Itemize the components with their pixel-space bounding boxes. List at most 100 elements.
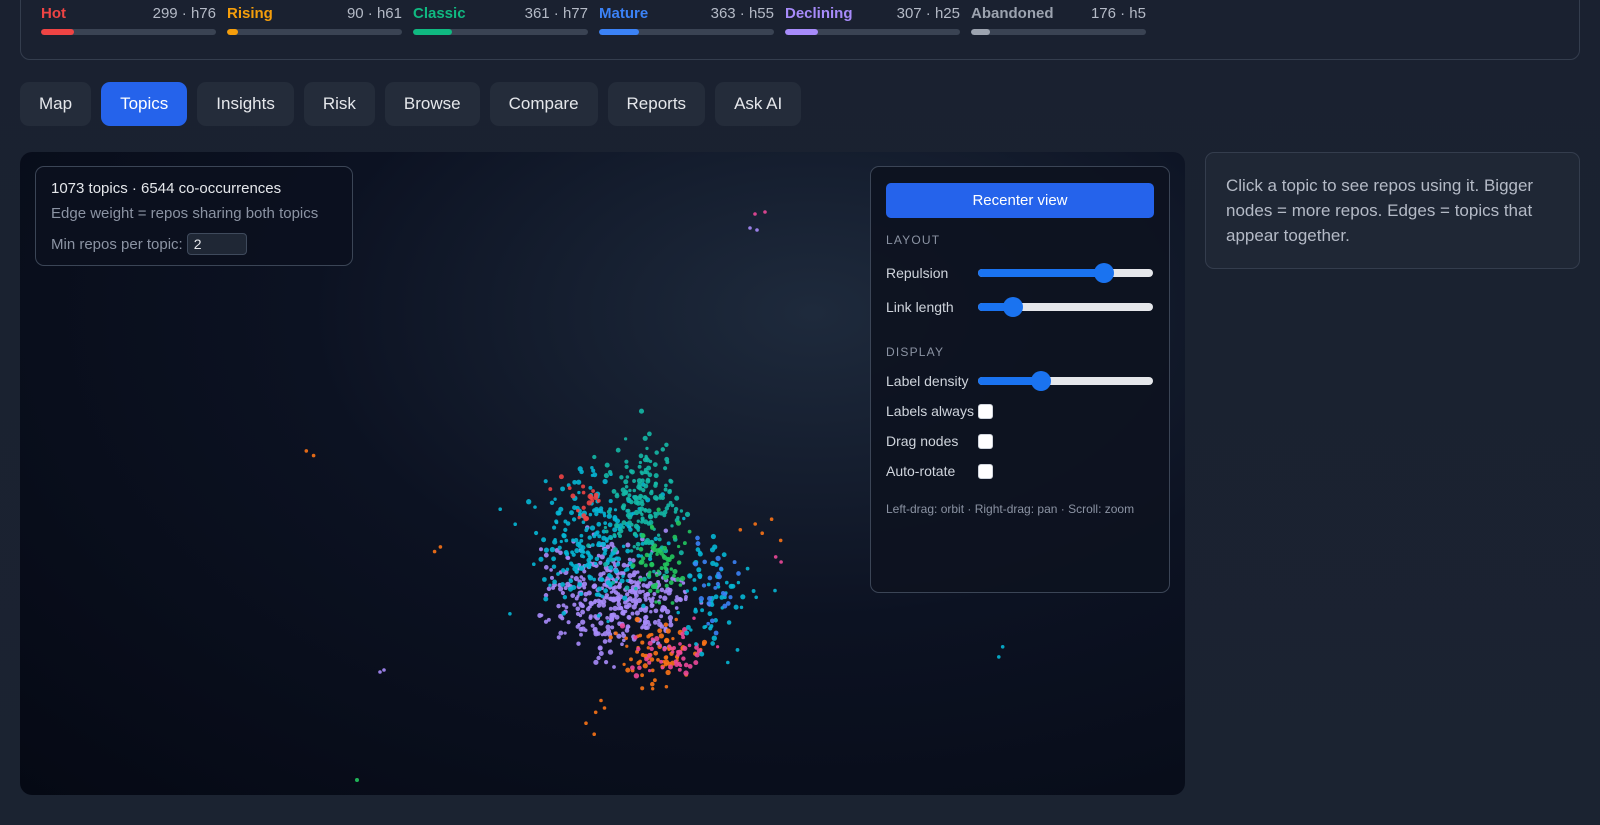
topic-node[interactable]: [760, 531, 764, 535]
topic-node[interactable]: [675, 520, 682, 526]
topic-node[interactable]: [665, 460, 670, 465]
topic-node[interactable]: [584, 516, 590, 521]
topic-node[interactable]: [753, 522, 757, 526]
topic-node[interactable]: [592, 454, 597, 460]
topic-node[interactable]: [609, 541, 615, 547]
topic-node[interactable]: [676, 515, 680, 520]
topic-node[interactable]: [551, 564, 557, 569]
topic-node[interactable]: [639, 559, 645, 565]
tab-insights[interactable]: Insights: [197, 82, 294, 126]
topic-node[interactable]: [627, 520, 632, 526]
topic-node[interactable]: [664, 506, 670, 511]
topic-node[interactable]: [608, 565, 614, 571]
topic-node[interactable]: [684, 595, 688, 599]
topic-node[interactable]: [607, 649, 614, 655]
topic-node[interactable]: [587, 565, 592, 569]
topic-node[interactable]: [563, 631, 567, 635]
topic-node[interactable]: [640, 478, 645, 483]
topic-node[interactable]: [649, 561, 655, 567]
topic-node[interactable]: [592, 583, 598, 589]
topic-node[interactable]: [632, 545, 636, 549]
topic-node[interactable]: [732, 560, 737, 565]
topic-node[interactable]: [601, 535, 607, 541]
topic-node[interactable]: [673, 510, 678, 514]
topic-node[interactable]: [591, 489, 595, 493]
topic-node[interactable]: [576, 508, 580, 513]
topic-node[interactable]: [665, 669, 671, 676]
topic-node[interactable]: [584, 528, 589, 533]
topic-node[interactable]: [513, 522, 517, 526]
topic-node[interactable]: [684, 630, 690, 636]
topic-node[interactable]: [635, 541, 641, 547]
topic-node[interactable]: [668, 580, 674, 585]
topic-node[interactable]: [563, 550, 569, 555]
topic-node[interactable]: [576, 641, 581, 646]
topic-node[interactable]: [678, 550, 684, 556]
topic-node[interactable]: [541, 537, 547, 543]
topic-node[interactable]: [601, 599, 607, 605]
topic-node[interactable]: [662, 513, 667, 518]
topic-node[interactable]: [596, 542, 601, 548]
topic-node[interactable]: [773, 555, 778, 559]
topic-node[interactable]: [615, 447, 621, 453]
topic-node[interactable]: [710, 641, 716, 646]
topic-node[interactable]: [649, 609, 653, 614]
topic-node[interactable]: [592, 732, 596, 736]
topic-node[interactable]: [653, 608, 659, 614]
topic-node[interactable]: [694, 642, 698, 646]
topic-node[interactable]: [607, 573, 612, 578]
topic-node[interactable]: [355, 778, 359, 782]
topic-node[interactable]: [713, 630, 719, 636]
topic-node[interactable]: [629, 469, 633, 474]
topic-node[interactable]: [589, 525, 596, 531]
topic-node[interactable]: [598, 620, 604, 626]
topic-node[interactable]: [596, 586, 602, 592]
topic-node[interactable]: [570, 593, 576, 598]
topic-node[interactable]: [628, 488, 632, 493]
topic-node[interactable]: [659, 659, 664, 664]
topic-node[interactable]: [769, 517, 774, 521]
topic-node[interactable]: [684, 511, 691, 518]
topic-node[interactable]: [656, 507, 661, 512]
topic-node[interactable]: [693, 660, 699, 666]
topic-node[interactable]: [709, 618, 715, 624]
topic-node[interactable]: [588, 485, 593, 490]
topic-node[interactable]: [653, 584, 658, 590]
topic-node[interactable]: [548, 583, 552, 587]
tab-map[interactable]: Map: [20, 82, 92, 126]
topic-node[interactable]: [655, 589, 660, 594]
topic-node[interactable]: [681, 635, 686, 640]
topic-node[interactable]: [558, 586, 564, 592]
topic-node[interactable]: [664, 483, 668, 488]
topic-node[interactable]: [603, 521, 608, 525]
topic-node[interactable]: [588, 605, 592, 609]
topic-node[interactable]: [652, 592, 657, 596]
topic-node[interactable]: [626, 508, 631, 514]
topic-node[interactable]: [579, 575, 584, 579]
topic-node[interactable]: [664, 608, 671, 615]
topic-node[interactable]: [699, 651, 705, 657]
topic-node[interactable]: [642, 435, 648, 441]
topic-node[interactable]: [590, 623, 595, 628]
topic-node[interactable]: [778, 538, 783, 543]
stage-hot[interactable]: Hot 299 · h76: [41, 5, 216, 45]
topic-node[interactable]: [543, 596, 549, 602]
topic-node[interactable]: [619, 578, 625, 584]
topic-node[interactable]: [663, 466, 668, 471]
topic-node[interactable]: [596, 613, 601, 618]
topic-node[interactable]: [745, 566, 750, 571]
topic-node[interactable]: [677, 667, 682, 672]
topic-node[interactable]: [707, 575, 713, 581]
topic-node[interactable]: [632, 531, 638, 537]
topic-node[interactable]: [647, 633, 652, 637]
topic-node[interactable]: [561, 533, 566, 538]
topic-node[interactable]: [646, 652, 653, 659]
topic-node[interactable]: [627, 557, 632, 562]
labels-always-checkbox[interactable]: [978, 403, 993, 419]
topic-node[interactable]: [614, 577, 619, 582]
topic-node[interactable]: [628, 527, 633, 532]
tab-risk[interactable]: Risk: [303, 82, 375, 126]
topic-node[interactable]: [657, 601, 662, 605]
topic-node[interactable]: [638, 460, 643, 465]
topic-node[interactable]: [612, 665, 616, 669]
